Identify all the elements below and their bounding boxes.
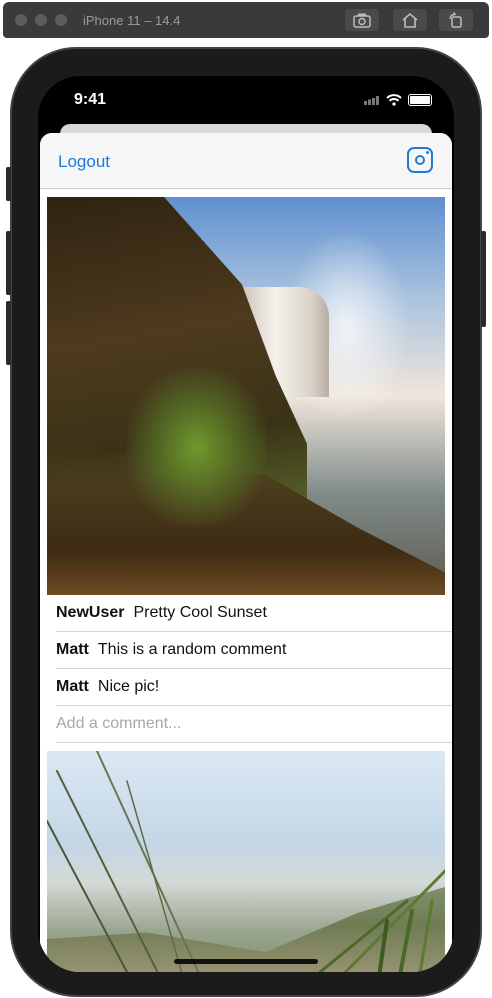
- comment-text: This is a random comment: [97, 641, 287, 658]
- instagram-icon[interactable]: [407, 147, 433, 173]
- comment-text: Nice pic!: [97, 678, 160, 695]
- simulator-titlebar: iPhone 11 – 14.4: [3, 2, 489, 38]
- rotate-button[interactable]: [439, 9, 473, 31]
- comment-row: NewUser Pretty Cool Sunset: [56, 595, 452, 632]
- home-button[interactable]: [393, 9, 427, 31]
- comment-row: Matt Nice pic!: [56, 669, 452, 706]
- wifi-icon: [386, 94, 402, 106]
- add-comment-input[interactable]: [56, 706, 452, 742]
- post-image-beach-grass[interactable]: [47, 751, 445, 972]
- home-icon: [402, 12, 418, 28]
- logout-button[interactable]: Logout: [58, 152, 110, 172]
- battery-icon: [408, 94, 432, 106]
- status-icons: [364, 94, 432, 106]
- zoom-window-button[interactable]: [55, 14, 67, 26]
- comment-username[interactable]: Matt: [56, 641, 89, 659]
- comment-username[interactable]: NewUser: [56, 604, 124, 622]
- signal-icon: [364, 96, 379, 105]
- rotate-icon: [449, 12, 462, 28]
- power-button: [481, 231, 486, 327]
- simulator-title: iPhone 11 – 14.4: [83, 13, 181, 28]
- comment-row: Matt This is a random comment: [56, 632, 452, 669]
- comment-username[interactable]: Matt: [56, 678, 89, 696]
- mute-switch: [6, 167, 11, 201]
- volume-down-button: [6, 301, 11, 365]
- feed-sheet: Logout NewUser Pretty Cool Sunset Matt T…: [40, 133, 452, 972]
- home-indicator[interactable]: [174, 959, 318, 964]
- close-window-button[interactable]: [15, 14, 27, 26]
- screenshot-icon: [353, 13, 371, 28]
- post-image-waterfall[interactable]: [47, 197, 445, 595]
- minimize-window-button[interactable]: [35, 14, 47, 26]
- volume-up-button: [6, 231, 11, 295]
- device-screen: 9:41 Logout NewUser Pretty Cool Sunset M…: [38, 76, 454, 972]
- navigation-bar: Logout: [40, 133, 452, 189]
- screenshot-button[interactable]: [345, 9, 379, 31]
- grass-blades: [47, 751, 445, 972]
- notch: [130, 76, 362, 108]
- status-time: 9:41: [74, 91, 107, 108]
- comment-text: Pretty Cool Sunset: [133, 604, 267, 621]
- add-comment-row: [56, 706, 452, 743]
- plants-shape: [127, 367, 267, 527]
